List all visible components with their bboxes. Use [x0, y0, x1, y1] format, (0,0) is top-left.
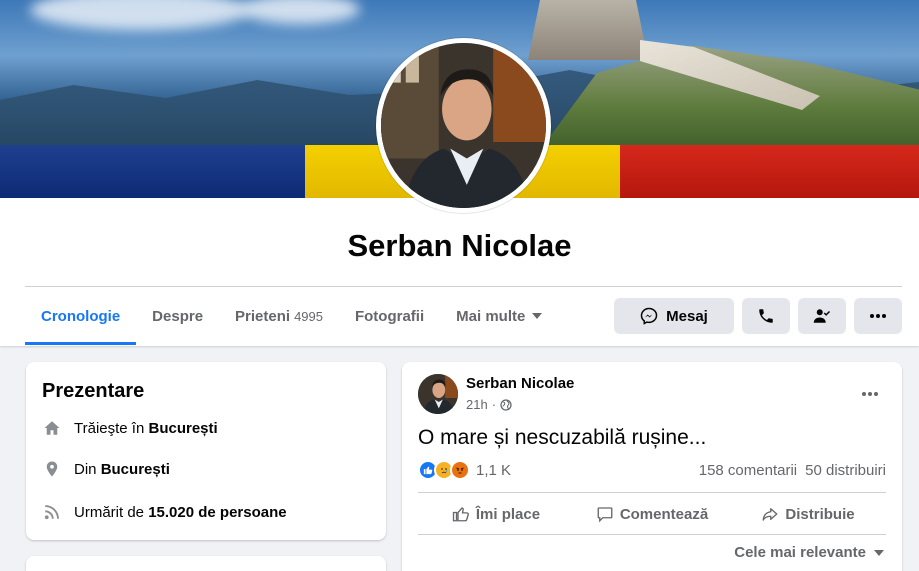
intro-title: Prezentare: [42, 380, 145, 402]
tab-more[interactable]: Mai multe: [440, 287, 558, 345]
share-button[interactable]: Distribuie: [730, 495, 886, 533]
thumbs-up-icon: [452, 507, 469, 522]
ellipsis-icon: [870, 314, 886, 318]
comments-count[interactable]: 158 comentarii: [699, 462, 797, 479]
more-options-button[interactable]: [854, 298, 902, 334]
intro-lives-city[interactable]: București: [148, 420, 217, 437]
profile-name: Serban Nicolae: [347, 228, 572, 263]
person-check-icon: [813, 309, 831, 323]
home-icon: [42, 418, 62, 438]
cover-monument: [528, 0, 648, 60]
intro-followed-count: 15.020 de persoane: [148, 503, 287, 521]
ellipsis-icon: [862, 392, 878, 396]
comment-icon: [597, 507, 613, 523]
location-pin-icon: [42, 459, 62, 479]
share-arrow-icon: [762, 508, 778, 521]
intro-lives-in: Trăieşte în București: [42, 418, 218, 438]
tab-timeline[interactable]: Cronologie: [25, 287, 137, 345]
secondary-card: [26, 556, 386, 571]
post-author-name[interactable]: Serban Nicolae: [466, 375, 574, 392]
comment-sort-dropdown[interactable]: Cele mai relevante: [734, 544, 884, 561]
tab-label: Mai multe: [456, 307, 526, 325]
tab-photos[interactable]: Fotografii: [339, 287, 440, 345]
post-stats: 158 comentarii 50 distribuiri: [699, 462, 886, 479]
post-timestamp[interactable]: 21h: [466, 397, 488, 412]
shares-count[interactable]: 50 distribuiri: [805, 462, 886, 479]
flag-red-stripe: [620, 145, 919, 198]
intro-card: Prezentare Trăieşte în București Din Buc…: [26, 362, 386, 540]
author-photo-icon: [418, 374, 458, 414]
post-options-button[interactable]: [852, 376, 888, 412]
tab-friends[interactable]: Prieteni 4995: [219, 287, 339, 345]
reactions-summary[interactable]: 1,1 K: [418, 460, 511, 480]
message-button[interactable]: Mesaj: [614, 298, 734, 334]
reaction-count: 1,1 K: [476, 461, 512, 479]
tab-label: Fotografii: [354, 307, 425, 325]
profile-avatar[interactable]: [376, 38, 551, 213]
tab-label: Prieteni: [235, 307, 291, 325]
post-divider: [418, 534, 886, 535]
cover-cloud: [30, 0, 250, 30]
comment-button[interactable]: Comentează: [574, 495, 730, 533]
profile-tabs: Cronologie Despre Prieteni 4995 Fotografi…: [25, 287, 558, 345]
post-author-avatar[interactable]: [418, 374, 458, 414]
messenger-icon: [640, 307, 658, 325]
intro-followers: Urmărit de 15.020 de persoane: [42, 502, 287, 522]
intro-followed-prefix: Urmărit de: [74, 503, 145, 521]
friend-status-button[interactable]: [798, 298, 846, 334]
share-button-label: Distribuie: [785, 505, 855, 523]
friends-count: 4995: [294, 308, 323, 324]
like-button-label: Îmi place: [475, 505, 541, 523]
profile-photo-icon: [381, 43, 546, 208]
sort-label: Cele mai relevante: [734, 544, 866, 561]
intro-from-prefix: Din: [74, 460, 97, 478]
phone-icon: [759, 309, 773, 323]
like-button[interactable]: Îmi place: [418, 495, 574, 533]
separator-dot: ·: [491, 397, 497, 412]
call-button[interactable]: [742, 298, 790, 334]
rss-followers-icon: [42, 502, 62, 522]
intro-from-city[interactable]: București: [101, 461, 170, 478]
intro-lives-prefix: Trăieşte în: [74, 419, 145, 437]
post-card: Serban Nicolae 21h · O mare și nescuzabi…: [402, 362, 902, 571]
caret-down-icon: [532, 313, 543, 319]
post-meta: 21h ·: [466, 397, 512, 412]
tab-label: Cronologie: [41, 307, 121, 325]
cover-cloud: [240, 0, 360, 24]
message-button-label: Mesaj: [666, 307, 708, 325]
tab-about[interactable]: Despre: [136, 287, 219, 345]
angry-reaction-icon: [450, 460, 470, 480]
caret-down-icon: [874, 549, 884, 556]
post-text: O mare și nescuzabilă rușine...: [418, 426, 707, 449]
globe-icon: [500, 398, 512, 411]
flag-blue-stripe: [0, 145, 305, 198]
post-actions: Îmi place Comentează Distribuie: [418, 495, 886, 533]
tab-label: Despre: [152, 307, 204, 325]
intro-from: Din București: [42, 459, 170, 479]
comment-button-label: Comentează: [619, 505, 709, 523]
post-divider: [418, 492, 886, 493]
